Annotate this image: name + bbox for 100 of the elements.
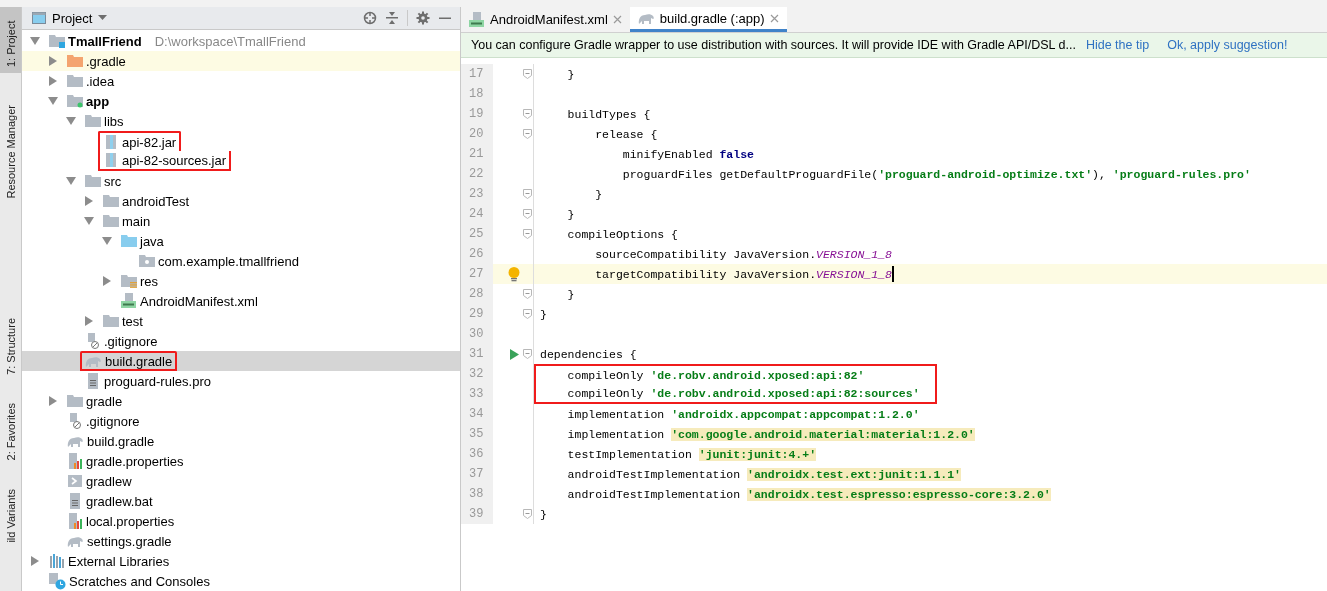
- tree-item[interactable]: TmallFriend: [68, 33, 142, 49]
- collapsed-arrow-icon[interactable]: [84, 196, 94, 206]
- tree-item[interactable]: main: [122, 213, 151, 229]
- code-line: }: [594, 187, 603, 201]
- line-number: 29: [461, 304, 493, 324]
- tree-item[interactable]: test: [122, 313, 143, 329]
- close-icon[interactable]: [612, 15, 622, 24]
- line-number: 26: [461, 244, 493, 264]
- editor-tab[interactable]: build.gradle (:app): [629, 7, 787, 32]
- collapsed-arrow-icon[interactable]: [102, 276, 112, 286]
- fold-marker-icon[interactable]: [522, 109, 532, 119]
- folder-icon: [121, 234, 137, 248]
- crosshair-icon[interactable]: [363, 11, 377, 25]
- expanded-arrow-icon[interactable]: [102, 236, 112, 246]
- tree-item[interactable]: Scratches and Consoles: [69, 573, 210, 589]
- collapsed-arrow-icon[interactable]: [30, 556, 40, 566]
- folder-icon: [85, 114, 101, 128]
- expanded-arrow-icon[interactable]: [84, 216, 94, 226]
- tree-item[interactable]: .idea: [86, 73, 115, 89]
- project-view-icon: [32, 12, 46, 24]
- tree-item[interactable]: .gradle: [86, 53, 126, 69]
- fold-marker-icon[interactable]: [522, 189, 532, 199]
- line-number: 28: [461, 284, 493, 304]
- tool-window-tab[interactable]: 7: Structure: [0, 311, 21, 381]
- line-number: 19: [461, 104, 493, 124]
- line-number: 27: [461, 264, 493, 284]
- collapsed-arrow-icon[interactable]: [84, 316, 94, 326]
- tree-item[interactable]: src: [104, 173, 122, 189]
- line-number: 39: [461, 504, 493, 524]
- fold-marker-icon[interactable]: [522, 289, 532, 299]
- collapse-icon[interactable]: [385, 11, 399, 25]
- code-line: minifyEnabled false: [621, 147, 754, 161]
- caret-icon[interactable]: [98, 15, 108, 21]
- lightbulb-icon[interactable]: [508, 266, 520, 282]
- code-line: }: [566, 287, 575, 301]
- tree-item[interactable]: java: [140, 233, 164, 249]
- tool-window-tab[interactable]: 2: Favorites: [0, 397, 21, 467]
- tree-item[interactable]: gradlew.bat: [86, 493, 153, 509]
- fold-marker-icon[interactable]: [522, 349, 532, 359]
- text-file-icon: [67, 493, 83, 509]
- expanded-arrow-icon[interactable]: [66, 176, 76, 186]
- collapsed-arrow-icon[interactable]: [48, 396, 58, 406]
- line-number: 30: [461, 324, 493, 344]
- code-line: sourceCompatibility JavaVersion.VERSION_1_8: [594, 247, 892, 261]
- expanded-arrow-icon[interactable]: [66, 116, 76, 126]
- tree-item[interactable]: build.gradle: [87, 433, 155, 449]
- tree-item[interactable]: gradle: [86, 393, 123, 409]
- tree-item[interactable]: app: [86, 93, 110, 109]
- code-line: proguardFiles getDefaultProguardFile('proguard-android-optimize.txt'), 'proguard-rules.pro': [621, 167, 1251, 181]
- fold-marker-icon[interactable]: [522, 229, 532, 239]
- editor-tab[interactable]: AndroidManifest.xml: [461, 7, 630, 32]
- collapsed-arrow-icon[interactable]: [48, 56, 58, 66]
- folder-icon: [67, 74, 83, 88]
- banner-link[interactable]: Hide the tip: [1085, 38, 1150, 52]
- tree-item[interactable]: .gitignore: [104, 333, 158, 349]
- panel-title[interactable]: Project: [52, 10, 93, 26]
- code-line: }: [566, 207, 575, 221]
- run-icon[interactable]: [509, 348, 519, 360]
- tool-window-tab[interactable]: Resource Manager: [0, 99, 21, 205]
- libraries-icon: [49, 553, 65, 569]
- code-line: }: [540, 307, 547, 321]
- line-number: 18: [461, 84, 493, 104]
- line-number: 31: [461, 344, 493, 364]
- tree-item[interactable]: .gitignore: [86, 413, 140, 429]
- code-line: implementation 'androidx.appcompat:appcompat:1.2.0': [566, 407, 920, 421]
- tree-item[interactable]: gradle.properties: [86, 453, 184, 469]
- fold-marker-icon[interactable]: [522, 129, 532, 139]
- tree-item[interactable]: gradlew: [86, 473, 132, 489]
- fold-marker-icon[interactable]: [522, 69, 532, 79]
- fold-marker-icon[interactable]: [522, 309, 532, 319]
- text-cursor: [891, 266, 894, 282]
- close-icon[interactable]: [769, 13, 779, 23]
- expanded-arrow-icon[interactable]: [30, 36, 40, 46]
- code-line: dependencies {: [540, 347, 637, 361]
- fold-marker-icon[interactable]: [522, 509, 532, 519]
- tree-item[interactable]: androidTest: [122, 193, 190, 209]
- tree-item[interactable]: settings.gradle: [87, 533, 172, 549]
- settings-icon[interactable]: [416, 11, 430, 25]
- tree-item[interactable]: local.properties: [86, 513, 175, 529]
- fold-marker-icon[interactable]: [522, 209, 532, 219]
- code-line: buildTypes {: [566, 107, 651, 121]
- tool-window-tab[interactable]: ild Variants: [0, 482, 21, 549]
- tool-window-tab[interactable]: 1: Project: [0, 7, 21, 73]
- tree-item[interactable]: libs: [104, 113, 124, 129]
- tree-item[interactable]: proguard-rules.pro: [104, 373, 211, 389]
- line-number: 23: [461, 184, 493, 204]
- expanded-arrow-icon[interactable]: [48, 96, 58, 106]
- tree-item[interactable]: AndroidManifest.xml: [140, 293, 258, 309]
- tree-item[interactable]: res: [140, 273, 159, 289]
- elephant-icon: [637, 11, 655, 25]
- collapsed-arrow-icon[interactable]: [48, 76, 58, 86]
- archive-icon: [103, 152, 119, 168]
- tree-item[interactable]: com.example.tmallfriend: [158, 253, 299, 269]
- banner-link[interactable]: Ok, apply suggestion!: [1167, 38, 1288, 52]
- folder-icon: [67, 54, 83, 68]
- project-path: D:\workspace\TmallFriend: [154, 33, 306, 49]
- line-number: 24: [461, 204, 493, 224]
- tree-item[interactable]: External Libraries: [68, 553, 170, 569]
- line-number: 20: [461, 124, 493, 144]
- folder-icon: [103, 314, 119, 328]
